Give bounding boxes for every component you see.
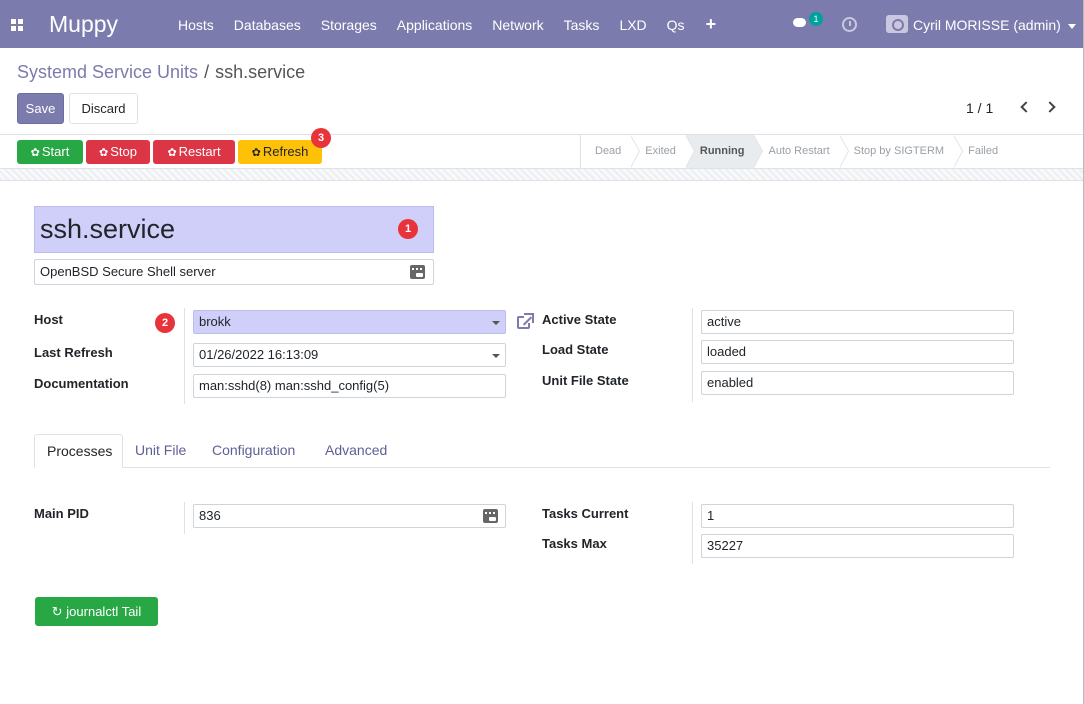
company-avatar-icon — [886, 15, 908, 33]
discard-button[interactable]: Discard — [69, 93, 138, 124]
tab-processes[interactable]: Processes — [34, 434, 123, 468]
documentation-label: Documentation — [34, 376, 129, 391]
start-label: Start — [41, 144, 70, 159]
marker-badge-3: 3 — [311, 128, 331, 148]
pager-next-icon[interactable] — [1044, 99, 1059, 115]
translate-icon[interactable] — [483, 509, 498, 523]
restart-label: Restart — [178, 144, 221, 159]
group-separator — [184, 308, 185, 404]
host-select[interactable]: brokk — [193, 310, 506, 334]
tasks-current-label: Tasks Current — [542, 506, 629, 521]
menu-item-storages[interactable]: Storages — [311, 0, 387, 48]
documentation-value: man:sshd(8) man:sshd_config(5) — [199, 378, 390, 393]
last-refresh-input[interactable]: 01/26/2022 16:13:09 — [193, 343, 506, 367]
menu-item-qs[interactable]: Qs — [657, 0, 695, 48]
dropdown-arrow-icon — [492, 321, 500, 325]
host-value: brokk — [199, 314, 231, 329]
main-pid-input[interactable]: 836 — [193, 504, 506, 528]
gear-icon: ✿ — [167, 147, 177, 159]
stage-running[interactable]: Running — [685, 135, 764, 168]
refresh-label: Refresh — [262, 144, 309, 159]
marker-badge-2: 2 — [155, 313, 175, 333]
main-menu: Hosts Databases Storages Applications Ne… — [168, 0, 727, 48]
status-bar: ✿ Start ✿ Stop ✿ Restart ✿ Refresh Dead Exit… — [0, 134, 1084, 169]
unit-file-state-label: Unit File State — [542, 373, 629, 388]
dropdown-arrow-icon — [492, 354, 500, 358]
user-name: Cyril MORISSE (admin) — [913, 17, 1061, 33]
active-state-label: Active State — [542, 312, 617, 327]
tasks-current-value: 1 — [707, 508, 715, 523]
tab-advanced[interactable]: Advanced — [313, 434, 399, 468]
restart-button[interactable]: ✿ Restart — [153, 140, 235, 164]
unit-file-state-value: enabled — [707, 375, 754, 390]
load-state-value: loaded — [707, 344, 747, 359]
sheet-background-stripe — [0, 169, 1084, 181]
tasks-max-label: Tasks Max — [542, 536, 607, 551]
menu-item-lxd[interactable]: LXD — [609, 0, 656, 48]
external-link-icon[interactable] — [517, 313, 535, 330]
active-state-value: active — [707, 314, 741, 329]
tasks-max-value: 35227 — [707, 538, 744, 553]
menu-item-applications[interactable]: Applications — [387, 0, 483, 48]
activity-clock-icon[interactable] — [842, 17, 857, 32]
stage-auto-restart[interactable]: Auto Restart — [754, 135, 849, 168]
menu-item-tasks[interactable]: Tasks — [554, 0, 610, 48]
host-label: Host — [34, 312, 63, 327]
top-navbar: Muppy Hosts Databases Storages Applicati… — [0, 0, 1084, 48]
stop-label: Stop — [110, 144, 137, 159]
journalctl-tail-button[interactable]: ↻ journalctl Tail — [35, 597, 158, 626]
description-value: OpenBSD Secure Shell server — [40, 264, 216, 279]
save-button[interactable]: Save — [17, 93, 64, 124]
brand-name[interactable]: Muppy — [49, 11, 118, 38]
tab-configuration[interactable]: Configuration — [200, 434, 307, 468]
description-field[interactable]: OpenBSD Secure Shell server — [34, 259, 434, 285]
journalctl-tail-label: journalctl Tail — [66, 604, 142, 619]
caret-down-icon — [1067, 23, 1076, 29]
user-menu[interactable]: Cyril MORISSE (admin) — [913, 17, 1076, 33]
breadcrumb-current: ssh.service — [215, 62, 306, 82]
tasks-max-input[interactable]: 35227 — [701, 534, 1014, 558]
main-pid-label: Main PID — [34, 506, 89, 521]
chat-icon[interactable]: 1 — [793, 12, 823, 30]
stage-dead[interactable]: Dead — [581, 135, 641, 168]
gear-icon: ✿ — [99, 147, 109, 159]
apps-menu-icon[interactable] — [11, 19, 23, 31]
stop-button[interactable]: ✿ Stop — [86, 140, 150, 164]
main-pid-value: 836 — [199, 508, 221, 523]
group-separator — [692, 308, 693, 402]
load-state-input[interactable]: loaded — [701, 340, 1014, 364]
menu-item-hosts[interactable]: Hosts — [168, 0, 224, 48]
refresh-button[interactable]: ✿ Refresh — [238, 140, 322, 164]
gear-icon: ✿ — [251, 147, 261, 159]
breadcrumb-parent[interactable]: Systemd Service Units — [17, 62, 198, 82]
group-separator — [184, 502, 185, 534]
marker-badge-1: 1 — [398, 219, 418, 239]
pager-value[interactable]: 1 / 1 — [966, 100, 993, 116]
stage-stop-by-sigterm[interactable]: Stop by SIGTERM — [840, 135, 964, 168]
pager-previous-icon[interactable] — [1018, 99, 1032, 115]
unit-file-state-input[interactable]: enabled — [701, 371, 1014, 395]
last-refresh-label: Last Refresh — [34, 345, 113, 360]
tab-unit-file[interactable]: Unit File — [123, 434, 198, 468]
load-state-label: Load State — [542, 342, 609, 357]
menu-item-databases[interactable]: Databases — [224, 0, 311, 48]
active-state-input[interactable]: active — [701, 310, 1014, 334]
name-value: ssh.service — [40, 214, 176, 244]
tasks-current-input[interactable]: 1 — [701, 504, 1014, 528]
plus-icon[interactable]: + — [695, 0, 728, 48]
gear-icon: ✿ — [30, 147, 40, 159]
notebook-tabs: Processes Unit File Configuration Advanc… — [34, 434, 1050, 468]
stage-pipeline: Dead Exited Running Auto Restart Stop by… — [580, 135, 1008, 168]
breadcrumb: Systemd Service Units / ssh.service — [17, 62, 305, 83]
translate-icon[interactable] — [410, 265, 425, 279]
start-button[interactable]: ✿ Start — [17, 140, 83, 164]
group-separator — [692, 502, 693, 564]
menu-item-network[interactable]: Network — [482, 0, 553, 48]
documentation-input[interactable]: man:sshd(8) man:sshd_config(5) — [193, 374, 506, 398]
breadcrumb-separator: / — [204, 62, 210, 82]
last-refresh-value: 01/26/2022 16:13:09 — [199, 347, 319, 362]
chat-count-badge: 1 — [809, 12, 823, 26]
refresh-icon: ↻ — [51, 604, 63, 619]
name-field[interactable]: ssh.service 1 — [34, 206, 434, 253]
